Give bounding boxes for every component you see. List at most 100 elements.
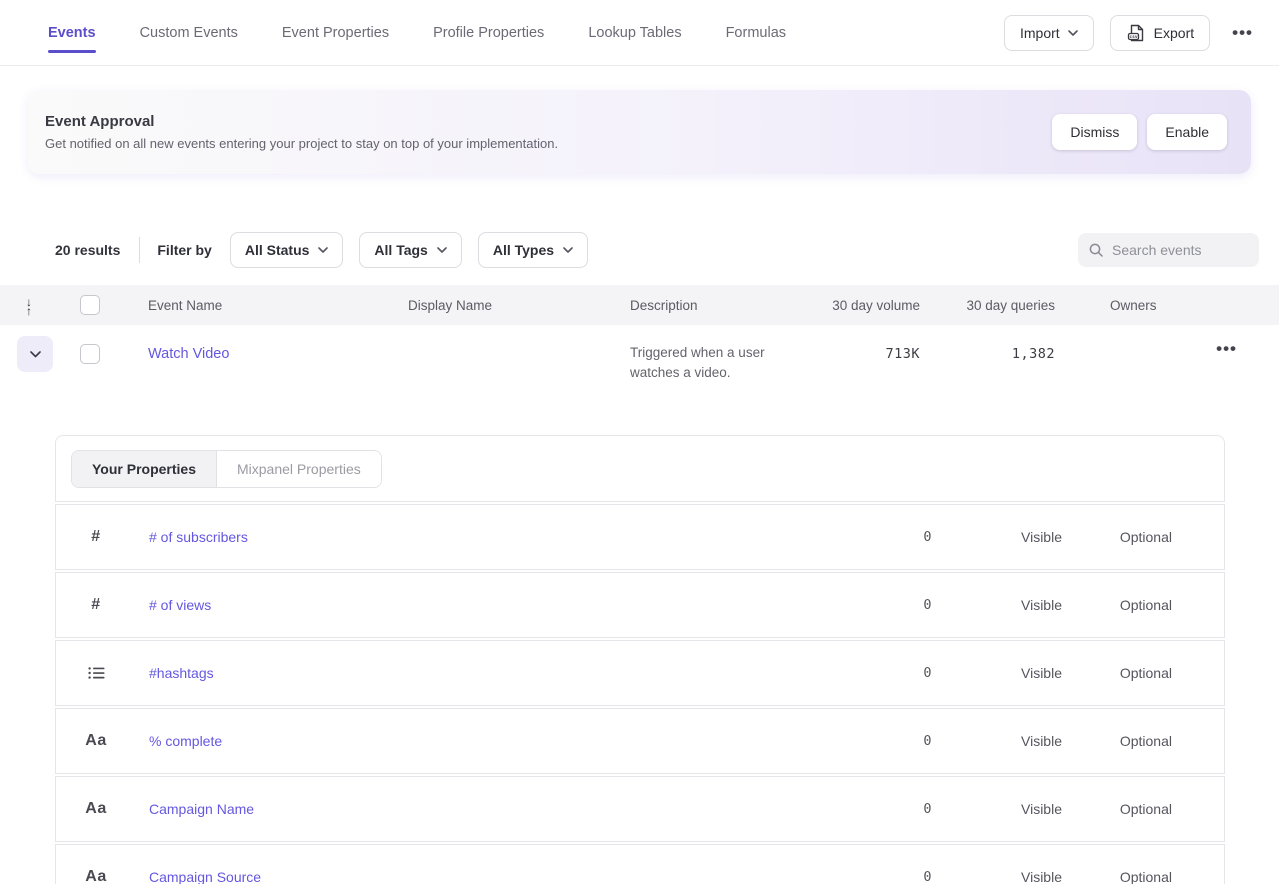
- chevron-down-icon: [1068, 30, 1078, 36]
- type-glyph-icon: Aa: [85, 800, 106, 818]
- chevron-down-icon: [563, 247, 573, 253]
- column-30-day-volume: 30 day volume: [820, 298, 920, 313]
- property-count: 0: [872, 733, 932, 749]
- top-navigation: Events Custom Events Event Properties Pr…: [0, 0, 1279, 66]
- property-type-icon: [84, 666, 108, 680]
- property-row: # # of views 0 Visible Optional: [55, 572, 1225, 638]
- property-name-link[interactable]: #hashtags: [149, 665, 872, 681]
- chevron-down-icon: [318, 247, 328, 253]
- property-count: 0: [872, 597, 932, 613]
- results-count: 20 results: [55, 242, 120, 258]
- owners-cell: •••: [1055, 325, 1279, 363]
- property-type-icon: Aa: [84, 868, 108, 884]
- search-input[interactable]: [1112, 242, 1249, 258]
- property-count: 0: [872, 869, 932, 884]
- property-name-link[interactable]: Campaign Name: [149, 801, 872, 817]
- nav-tab[interactable]: Lookup Tables: [588, 0, 681, 65]
- banner-description: Get notified on all new events entering …: [45, 136, 558, 151]
- nav-tab[interactable]: Profile Properties: [433, 0, 544, 65]
- filter-dropdown-label: All Tags: [374, 242, 427, 258]
- event-volume: 713K: [820, 325, 920, 362]
- filter-dropdown-label: All Status: [245, 242, 310, 258]
- type-glyph-icon: #: [91, 528, 100, 546]
- column-display-name: Display Name: [408, 298, 630, 313]
- property-count: 0: [872, 529, 932, 545]
- import-button[interactable]: Import: [1004, 15, 1094, 51]
- banner-text: Event Approval Get notified on all new e…: [45, 113, 558, 151]
- collapse-all-icon[interactable]: ↓↑: [26, 298, 32, 316]
- property-name-link[interactable]: # of subscribers: [149, 529, 872, 545]
- filter-bar: 20 results Filter by All Status All Tags…: [55, 232, 1259, 268]
- search-events-box: [1078, 233, 1259, 267]
- list-icon: [88, 666, 105, 680]
- select-all-checkbox[interactable]: [80, 295, 100, 315]
- filter-by-label: Filter by: [157, 242, 211, 258]
- property-visibility: Visible: [972, 801, 1062, 817]
- nav-tab[interactable]: Event Properties: [282, 0, 389, 65]
- chevron-down-icon: [30, 351, 41, 358]
- select-row-checkbox[interactable]: [80, 344, 100, 364]
- filter-dropdown[interactable]: All Tags: [359, 232, 461, 268]
- search-icon: [1088, 242, 1104, 258]
- properties-panel: Your Properties Mixpanel Properties #: [55, 435, 1225, 884]
- property-visibility: Visible: [972, 597, 1062, 613]
- column-30-day-queries: 30 day queries: [920, 298, 1055, 313]
- column-description: Description: [630, 298, 820, 313]
- property-count: 0: [872, 665, 932, 681]
- svg-text:csv: csv: [1129, 35, 1138, 40]
- type-glyph-icon: Aa: [85, 868, 106, 884]
- filter-dropdown-label: All Types: [493, 242, 554, 258]
- property-visibility: Visible: [972, 733, 1062, 749]
- export-label: Export: [1154, 25, 1194, 41]
- overflow-menu-icon[interactable]: •••: [1226, 19, 1259, 47]
- property-requirement: Optional: [1092, 733, 1172, 749]
- property-requirement: Optional: [1092, 869, 1172, 884]
- export-button[interactable]: csv Export: [1110, 15, 1210, 51]
- property-rows: # # of subscribers 0 Visible Optional: [55, 504, 1225, 884]
- property-requirement: Optional: [1092, 801, 1172, 817]
- filter-dropdown[interactable]: All Types: [478, 232, 588, 268]
- event-description: Triggered when a user watches a video.: [630, 343, 820, 383]
- property-name-link[interactable]: % complete: [149, 733, 872, 749]
- event-approval-banner: Event Approval Get notified on all new e…: [28, 90, 1251, 174]
- chevron-down-icon: [437, 247, 447, 253]
- property-name-link[interactable]: Campaign Source: [149, 869, 872, 884]
- property-type-icon: Aa: [84, 800, 108, 818]
- nav-tab[interactable]: Events: [48, 0, 96, 65]
- properties-tab[interactable]: Mixpanel Properties: [217, 451, 381, 487]
- property-count: 0: [872, 801, 932, 817]
- property-requirement: Optional: [1092, 597, 1172, 613]
- properties-tab[interactable]: Your Properties: [72, 451, 217, 487]
- dismiss-button[interactable]: Dismiss: [1052, 114, 1137, 150]
- top-actions: Import csv Export •••: [1004, 0, 1259, 65]
- filter-dropdowns: All Status All Tags All Types: [230, 232, 588, 268]
- enable-button[interactable]: Enable: [1147, 114, 1227, 150]
- property-row: Aa Campaign Name 0 Visible Optional: [55, 776, 1225, 842]
- column-owners: Owners: [1055, 298, 1279, 313]
- row-overflow-menu-icon[interactable]: •••: [1210, 325, 1243, 363]
- properties-tab-bar: Your Properties Mixpanel Properties: [55, 435, 1225, 502]
- banner-actions: Dismiss Enable: [1052, 114, 1227, 150]
- property-name-link[interactable]: # of views: [149, 597, 872, 613]
- nav-tab[interactable]: Custom Events: [140, 0, 238, 65]
- import-label: Import: [1020, 25, 1060, 41]
- nav-tab[interactable]: Formulas: [726, 0, 786, 65]
- property-row: Aa Campaign Source 0 Visible Optional: [55, 844, 1225, 884]
- type-glyph-icon: #: [91, 596, 100, 614]
- event-queries: 1,382: [920, 325, 1055, 362]
- property-requirement: Optional: [1092, 665, 1172, 681]
- property-type-icon: #: [84, 528, 108, 546]
- table-header: ↓↑ Event Name Display Name Description 3…: [0, 285, 1279, 325]
- collapse-row-button[interactable]: [17, 336, 53, 372]
- event-name-link[interactable]: Watch Video: [148, 346, 229, 362]
- property-requirement: Optional: [1092, 529, 1172, 545]
- filter-dropdown[interactable]: All Status: [230, 232, 344, 268]
- property-type-icon: Aa: [84, 732, 108, 750]
- property-row: Aa % complete 0 Visible Optional: [55, 708, 1225, 774]
- property-type-icon: #: [84, 596, 108, 614]
- property-row: # # of subscribers 0 Visible Optional: [55, 504, 1225, 570]
- properties-tabs: Your Properties Mixpanel Properties: [71, 450, 382, 488]
- csv-file-icon: csv: [1126, 23, 1146, 43]
- property-visibility: Visible: [972, 869, 1062, 884]
- property-row: #hashtags 0 Visible Optional: [55, 640, 1225, 706]
